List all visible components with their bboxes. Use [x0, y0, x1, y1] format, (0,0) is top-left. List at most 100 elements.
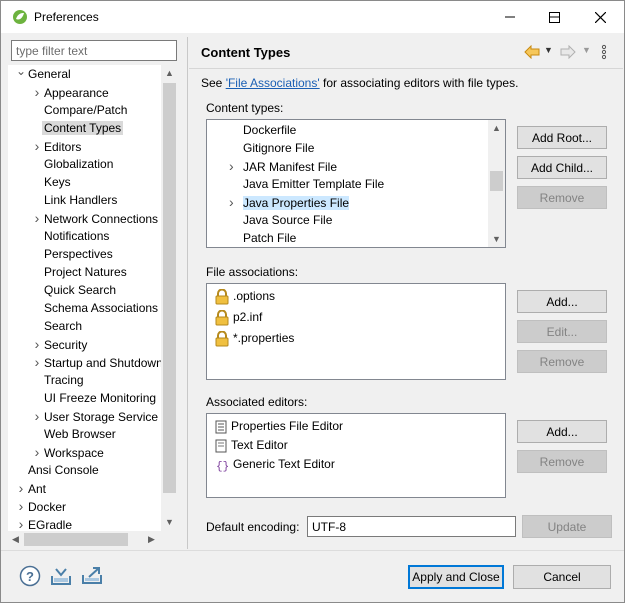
tree-vertical-scrollbar[interactable]: ▲ ▼ — [161, 65, 178, 531]
footer-separator — [1, 550, 624, 551]
tree-item-label: Docker — [28, 500, 67, 514]
file-association-item[interactable]: p2.inf — [215, 308, 262, 326]
scroll-down-icon[interactable]: ▼ — [165, 517, 174, 527]
chevron-right-icon[interactable]: › — [32, 137, 42, 155]
chevron-right-icon[interactable]: › — [16, 515, 26, 531]
chevron-right-icon[interactable]: › — [32, 353, 42, 371]
tree-item-label: Keys — [44, 175, 71, 189]
pane-divider[interactable] — [187, 37, 188, 549]
file-association-item[interactable]: .options — [215, 287, 275, 305]
scroll-up-icon[interactable]: ▲ — [165, 68, 174, 78]
tree-item-egradle[interactable]: › EGradle — [16, 515, 74, 531]
tree-item-ant[interactable]: › Ant — [16, 479, 48, 497]
chevron-right-icon[interactable]: › — [16, 479, 26, 497]
file-association-item[interactable]: *.properties — [215, 329, 294, 347]
tree-item-tracing[interactable]: Tracing — [32, 371, 86, 389]
content-types-scrollbar[interactable]: ▲ ▼ — [488, 120, 505, 247]
scroll-right-icon[interactable]: ▶ — [148, 534, 155, 545]
generic-editor-icon: {} — [215, 457, 233, 472]
associated-editors-list: Properties File Editor Text Editor{} Gener… — [206, 413, 506, 498]
remove-editor-button[interactable]: Remove — [517, 450, 607, 473]
tree-item-network-connections[interactable]: › Network Connections — [32, 209, 160, 227]
remove-content-type-button[interactable]: Remove — [517, 186, 607, 209]
editor-item[interactable]: Text Editor — [215, 436, 288, 454]
tree-item-docker[interactable]: › Docker — [16, 497, 68, 515]
tree-item-label: Search — [44, 319, 83, 333]
file-association-label: .options — [233, 289, 276, 303]
default-encoding-input[interactable] — [307, 516, 516, 537]
tree-item-general[interactable]: ⌄ General — [16, 65, 73, 83]
content-type-item[interactable]: Dockerfile — [229, 121, 296, 139]
maximize-button[interactable] — [531, 1, 577, 33]
tree-item-appearance[interactable]: › Appearance — [32, 83, 111, 101]
scroll-left-icon[interactable]: ◀ — [12, 534, 19, 545]
remove-file-association-button[interactable]: Remove — [517, 350, 607, 373]
ctypes-scroll-up-icon[interactable]: ▲ — [492, 123, 501, 133]
tree-item-security[interactable]: › Security — [32, 335, 89, 353]
tree-item-startup-and-shutdown[interactable]: › Startup and Shutdown — [32, 353, 165, 371]
cancel-button[interactable]: Cancel — [513, 565, 611, 589]
content-type-item[interactable]: Java Emitter Template File — [229, 175, 384, 193]
chevron-right-icon[interactable]: › — [32, 83, 42, 101]
chevron-right-icon[interactable]: › — [229, 157, 243, 175]
chevron-right-icon[interactable]: › — [32, 407, 42, 425]
chevron-right-icon[interactable]: › — [229, 193, 243, 211]
tree-item-user-storage-service[interactable]: › User Storage Service — [32, 407, 160, 425]
content-type-item[interactable]: Patch File — [229, 229, 296, 247]
page-header: Content Types ▼ ▼ — [189, 37, 623, 67]
back-menu-chevron-icon[interactable]: ▼ — [544, 45, 553, 55]
help-icon[interactable]: ? — [19, 565, 41, 587]
tree-item-schema-associations[interactable]: Schema Associations — [32, 299, 160, 317]
tree-item-notifications[interactable]: Notifications — [32, 227, 111, 245]
tree-item-label: EGradle — [28, 518, 73, 531]
tree-scroll-thumb[interactable] — [163, 83, 176, 493]
tree-item-editors[interactable]: › Editors — [32, 137, 83, 155]
tree-item-web-browser[interactable]: Web Browser — [32, 425, 118, 443]
tree-item-keys[interactable]: Keys — [32, 173, 73, 191]
ctypes-scroll-thumb[interactable] — [490, 171, 503, 191]
close-button[interactable] — [577, 1, 623, 33]
content-type-item[interactable]: › Java Properties File — [229, 193, 350, 211]
content-type-item[interactable]: › JAR Manifest File — [229, 157, 337, 175]
content-type-item[interactable]: Gitignore File — [229, 139, 314, 157]
tree-item-search[interactable]: Search — [32, 317, 84, 335]
add-root-button[interactable]: Add Root... — [517, 126, 607, 149]
tree-item-label: General — [28, 67, 71, 81]
tree-hscroll-thumb[interactable] — [24, 533, 128, 546]
filter-input[interactable] — [11, 40, 177, 61]
export-icon[interactable] — [81, 565, 103, 585]
edit-file-association-button[interactable]: Edit... — [517, 320, 607, 343]
file-associations-link[interactable]: 'File Associations' — [226, 76, 320, 90]
chevron-right-icon[interactable]: › — [32, 443, 42, 461]
import-icon[interactable] — [50, 566, 72, 586]
tree-item-content-types[interactable]: Content Types — [32, 119, 124, 137]
tree-item-ui-freeze-monitoring[interactable]: UI Freeze Monitoring — [32, 389, 158, 407]
ctypes-scroll-down-icon[interactable]: ▼ — [492, 234, 501, 244]
chevron-down-icon[interactable]: ⌄ — [16, 65, 26, 80]
tree-item-globalization[interactable]: Globalization — [32, 155, 115, 173]
back-arrow-icon[interactable] — [524, 45, 540, 59]
tree-item-workspace[interactable]: › Workspace — [32, 443, 106, 461]
add-editor-button[interactable]: Add... — [517, 420, 607, 443]
content-type-item[interactable]: Java Source File — [229, 211, 332, 229]
editor-item[interactable]: Properties File Editor — [215, 417, 343, 435]
tree-item-link-handlers[interactable]: Link Handlers — [32, 191, 119, 209]
apply-and-close-button[interactable]: Apply and Close — [408, 565, 504, 589]
update-encoding-button[interactable]: Update — [522, 515, 612, 538]
editor-item[interactable]: {} Generic Text Editor — [215, 455, 335, 473]
chevron-right-icon[interactable]: › — [16, 497, 26, 515]
tree-item-project-natures[interactable]: Project Natures — [32, 263, 129, 281]
minimize-button[interactable] — [487, 1, 533, 33]
tree-item-compare-patch[interactable]: Compare/Patch — [32, 101, 129, 119]
tree-item-perspectives[interactable]: Perspectives — [32, 245, 115, 263]
preferences-window: Preferences ⌄General›AppearanceCompare/P… — [0, 0, 625, 603]
file-association-label: *.properties — [233, 331, 295, 345]
add-child-button[interactable]: Add Child... — [517, 156, 607, 179]
chevron-right-icon[interactable]: › — [32, 209, 42, 227]
add-file-association-button[interactable]: Add... — [517, 290, 607, 313]
chevron-right-icon[interactable]: › — [32, 335, 42, 353]
tree-item-ansi-console[interactable]: Ansi Console — [16, 461, 101, 479]
view-menu-icon[interactable] — [601, 44, 607, 60]
tree-horizontal-scrollbar[interactable]: ◀ ▶ — [8, 531, 161, 548]
tree-item-quick-search[interactable]: Quick Search — [32, 281, 118, 299]
